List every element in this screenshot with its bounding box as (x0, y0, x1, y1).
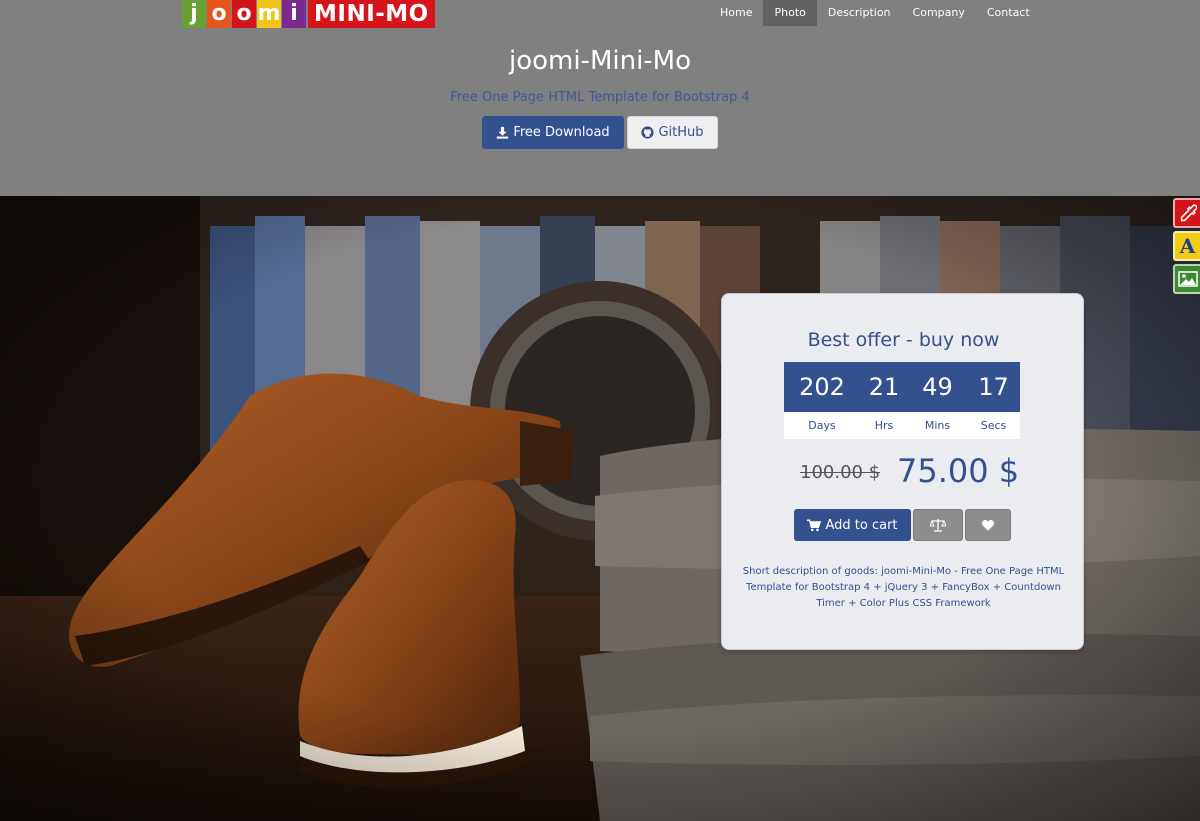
cart-icon (807, 519, 822, 531)
compare-button[interactable] (913, 509, 963, 541)
nav-photo[interactable]: Photo (763, 0, 817, 26)
offer-card: Best offer - buy now 202 21 49 17 Days H… (721, 293, 1084, 650)
countdown-values: 202 21 49 17 (784, 362, 1020, 412)
color-picker-tool[interactable] (1173, 198, 1200, 228)
page-title: joomi-Mini-Mo (508, 46, 692, 76)
free-download-label: Free Download (513, 125, 610, 140)
nav-description[interactable]: Description (817, 0, 902, 26)
header: j o o m i MINI-MO Home Photo Description… (0, 0, 1200, 196)
wishlist-button[interactable] (965, 509, 1011, 541)
countdown-days: 202 (799, 373, 845, 401)
logo-word: MINI-MO (308, 0, 435, 28)
countdown-hours-label: Hrs (874, 419, 894, 432)
font-icon: A (1179, 234, 1196, 258)
logo-letter: o (207, 0, 231, 28)
logo-letter: i (282, 0, 306, 28)
download-icon (497, 126, 509, 139)
countdown-timer: 202 21 49 17 Days Hrs Mins Secs (784, 362, 1020, 439)
countdown-hours: 21 (868, 373, 900, 401)
free-download-button[interactable]: Free Download (482, 116, 624, 149)
countdown-days-label: Days (808, 419, 836, 432)
logo-letter: o (232, 0, 256, 28)
nav-company[interactable]: Company (902, 0, 976, 26)
font-tool[interactable]: A (1173, 231, 1200, 261)
logo-letter: j (182, 0, 206, 28)
main-nav: Home Photo Description Company Contact (709, 0, 1041, 26)
countdown-secs-label: Secs (980, 419, 1007, 432)
product-description: Short description of goods: joomi-Mini-M… (742, 566, 1065, 609)
nav-contact[interactable]: Contact (976, 0, 1041, 26)
eyedropper-icon (1180, 204, 1197, 222)
github-button[interactable]: GitHub (627, 116, 718, 149)
github-icon (641, 126, 655, 139)
countdown-mins-label: Mins (924, 419, 951, 432)
balance-scale-icon (930, 519, 946, 532)
old-price: 100.00 $ (800, 462, 881, 483)
countdown-labels: Days Hrs Mins Secs (784, 412, 1020, 439)
image-tool[interactable] (1173, 264, 1200, 294)
nav-home[interactable]: Home (709, 0, 763, 26)
new-price: 75.00 $ (897, 452, 1020, 490)
image-icon (1177, 271, 1198, 287)
github-label: GitHub (658, 125, 704, 140)
page-subtitle: Free One Page HTML Template for Bootstra… (450, 90, 750, 105)
add-to-cart-label: Add to cart (825, 517, 898, 533)
offer-title: Best offer - buy now (807, 329, 1000, 351)
countdown-secs: 17 (978, 373, 1009, 401)
logo-letter: m (257, 0, 281, 28)
logo[interactable]: j o o m i MINI-MO (182, 0, 435, 28)
add-to-cart-button[interactable]: Add to cart (794, 509, 911, 541)
heart-icon (981, 519, 995, 531)
countdown-mins: 49 (922, 373, 953, 401)
